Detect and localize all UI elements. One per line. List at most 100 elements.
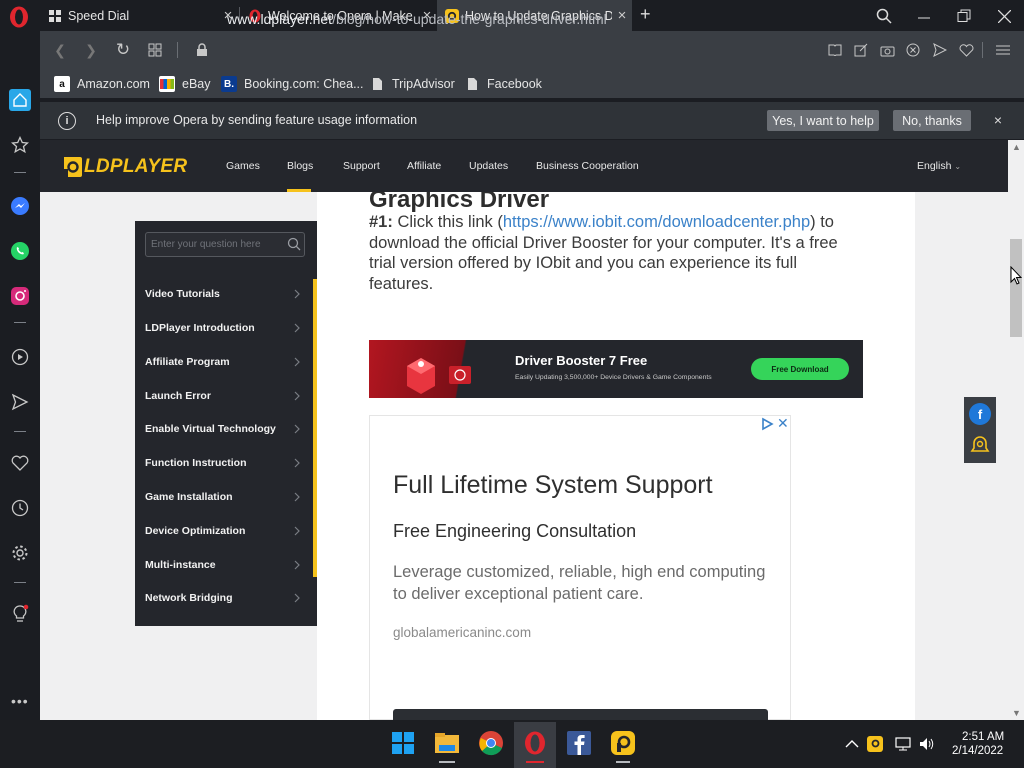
reload-button[interactable]: ↻: [113, 40, 133, 60]
facebook-app-icon[interactable]: [565, 729, 593, 757]
bookmark-ebay[interactable]: eBay: [159, 75, 211, 93]
easy-setup-icon[interactable]: [993, 40, 1013, 60]
lock-icon[interactable]: [192, 40, 212, 60]
tab-title: Speed Dial: [68, 8, 130, 23]
nav-support[interactable]: Support: [343, 160, 380, 172]
minimize-button[interactable]: [909, 4, 939, 28]
flow-send-icon[interactable]: [9, 391, 31, 413]
scrollbar-thumb[interactable]: [1010, 239, 1022, 337]
whatsapp-icon[interactable]: [9, 240, 31, 262]
url-path: /blog/how-to-update-the-graphics-driver.…: [332, 11, 607, 27]
menu-item-device-optimization[interactable]: Device Optimization: [145, 525, 245, 537]
chevron-right-icon: [294, 289, 300, 299]
menu-item-game-installation[interactable]: Game Installation: [145, 491, 233, 503]
menu-item-network-bridging[interactable]: Network Bridging: [145, 592, 233, 604]
scroll-down-icon[interactable]: ▼: [1012, 708, 1021, 718]
close-window-button[interactable]: [989, 4, 1019, 28]
show-hidden-icons-chevron[interactable]: [844, 736, 860, 752]
close-tab-icon[interactable]: ×: [612, 7, 632, 24]
infobar-close-icon[interactable]: ×: [990, 110, 1006, 130]
language-selector[interactable]: English ⌄: [917, 160, 961, 172]
search-icon[interactable]: [287, 237, 301, 251]
adblock-icon[interactable]: [903, 40, 923, 60]
chevron-right-icon: [294, 424, 300, 434]
running-indicator: [526, 761, 544, 763]
messenger-icon[interactable]: [9, 195, 31, 217]
bookmark-booking[interactable]: B. Booking.com: Chea...: [221, 75, 364, 93]
tab-speed-dial[interactable]: Speed Dial ×: [40, 0, 238, 31]
file-explorer-icon[interactable]: [433, 729, 461, 757]
settings-gear-icon[interactable]: [9, 542, 31, 564]
clock-time[interactable]: 2:51 AM: [962, 731, 1004, 743]
ad-headline[interactable]: Full Lifetime System Support: [393, 471, 713, 500]
driver-booster-banner[interactable]: Driver Booster 7 Free Easily Updating 3,…: [369, 340, 863, 398]
free-download-button[interactable]: Free Download: [751, 358, 849, 380]
chevron-right-icon: [294, 492, 300, 502]
forward-button[interactable]: ❯: [81, 40, 101, 60]
chrome-icon[interactable]: [477, 729, 505, 757]
bookmarks-star-icon[interactable]: [9, 134, 31, 156]
menu-item-multi-instance[interactable]: Multi-instance: [145, 559, 216, 571]
chevron-right-icon: [294, 560, 300, 570]
menu-item-enable-virtual-technology[interactable]: Enable Virtual Technology: [145, 423, 276, 435]
adchoices-icon[interactable]: [760, 417, 774, 431]
tabs-overview-icon[interactable]: [145, 40, 165, 60]
download-link[interactable]: https://www.iobit.com/downloadcenter.php: [503, 213, 810, 231]
nav-games[interactable]: Games: [226, 160, 260, 172]
opera-menu-icon[interactable]: [7, 5, 31, 29]
instagram-icon[interactable]: [9, 285, 31, 307]
player-icon[interactable]: [9, 346, 31, 368]
sidebar-divider: [14, 431, 26, 432]
yes-help-button[interactable]: Yes, I want to help: [767, 110, 879, 131]
chevron-right-icon: [294, 458, 300, 468]
volume-icon[interactable]: [919, 736, 935, 752]
pinboard-heart-icon[interactable]: [9, 452, 31, 474]
address-field[interactable]: www.ldplayer.net/blog/how-to-update-the-…: [227, 11, 607, 27]
heart-icon[interactable]: [956, 40, 976, 60]
ldplayer-share-icon[interactable]: [969, 434, 991, 456]
tab-search-icon[interactable]: [869, 4, 899, 28]
camera-icon[interactable]: [877, 40, 897, 60]
menu-item-affiliate-program[interactable]: Affiliate Program: [145, 356, 230, 368]
ldplayer-taskbar-icon[interactable]: [609, 729, 637, 757]
menu-item-ldplayer-introduction[interactable]: LDPlayer Introduction: [145, 322, 255, 334]
windows-start-icon[interactable]: [389, 729, 417, 757]
page-icon: [369, 76, 385, 92]
history-clock-icon[interactable]: [9, 497, 31, 519]
no-thanks-button[interactable]: No, thanks: [893, 110, 971, 131]
restore-button[interactable]: [949, 4, 979, 28]
scroll-up-icon[interactable]: ▲: [1012, 142, 1021, 152]
amazon-icon: a: [54, 76, 70, 92]
menu-item-video-tutorials[interactable]: Video Tutorials: [145, 288, 220, 300]
home-icon[interactable]: [9, 89, 31, 111]
nav-updates[interactable]: Updates: [469, 160, 508, 172]
new-tab-button[interactable]: +: [640, 4, 656, 26]
more-icon[interactable]: •••: [11, 693, 29, 709]
nav-business-cooperation[interactable]: Business Cooperation: [536, 160, 639, 172]
ldplayer-tray-icon[interactable]: [867, 736, 883, 752]
network-icon[interactable]: [895, 736, 911, 752]
search-placeholder: Enter your question here: [151, 239, 261, 250]
clock-date[interactable]: 2/14/2022: [952, 745, 1003, 757]
menu-item-function-instruction[interactable]: Function Instruction: [145, 457, 247, 469]
bookmark-amazon[interactable]: a Amazon.com: [54, 75, 150, 93]
scrollbar[interactable]: [1008, 140, 1024, 720]
chevron-right-icon: [294, 357, 300, 367]
lightbulb-tips-icon[interactable]: [9, 603, 31, 625]
bookmark-tripadvisor[interactable]: TripAdvisor: [369, 75, 455, 93]
opera-taskbar-icon[interactable]: [521, 729, 549, 757]
nav-active-indicator: [287, 189, 311, 192]
bookmark-label: Facebook: [487, 77, 542, 91]
send-icon[interactable]: [930, 40, 950, 60]
ad-url[interactable]: globalamericaninc.com: [393, 625, 531, 640]
nav-affiliate[interactable]: Affiliate: [407, 160, 441, 172]
nav-blogs[interactable]: Blogs: [287, 160, 313, 172]
edit-share-icon[interactable]: [851, 40, 871, 60]
reader-mode-icon[interactable]: [825, 40, 845, 60]
back-button[interactable]: ❮: [50, 40, 70, 60]
ad-close-icon[interactable]: ✕: [777, 415, 789, 432]
ldplayer-logo[interactable]: LDPLAYER: [60, 154, 190, 180]
bookmark-facebook[interactable]: Facebook: [464, 75, 542, 93]
facebook-share-icon[interactable]: f: [969, 403, 991, 425]
menu-item-launch-error[interactable]: Launch Error: [145, 390, 211, 402]
